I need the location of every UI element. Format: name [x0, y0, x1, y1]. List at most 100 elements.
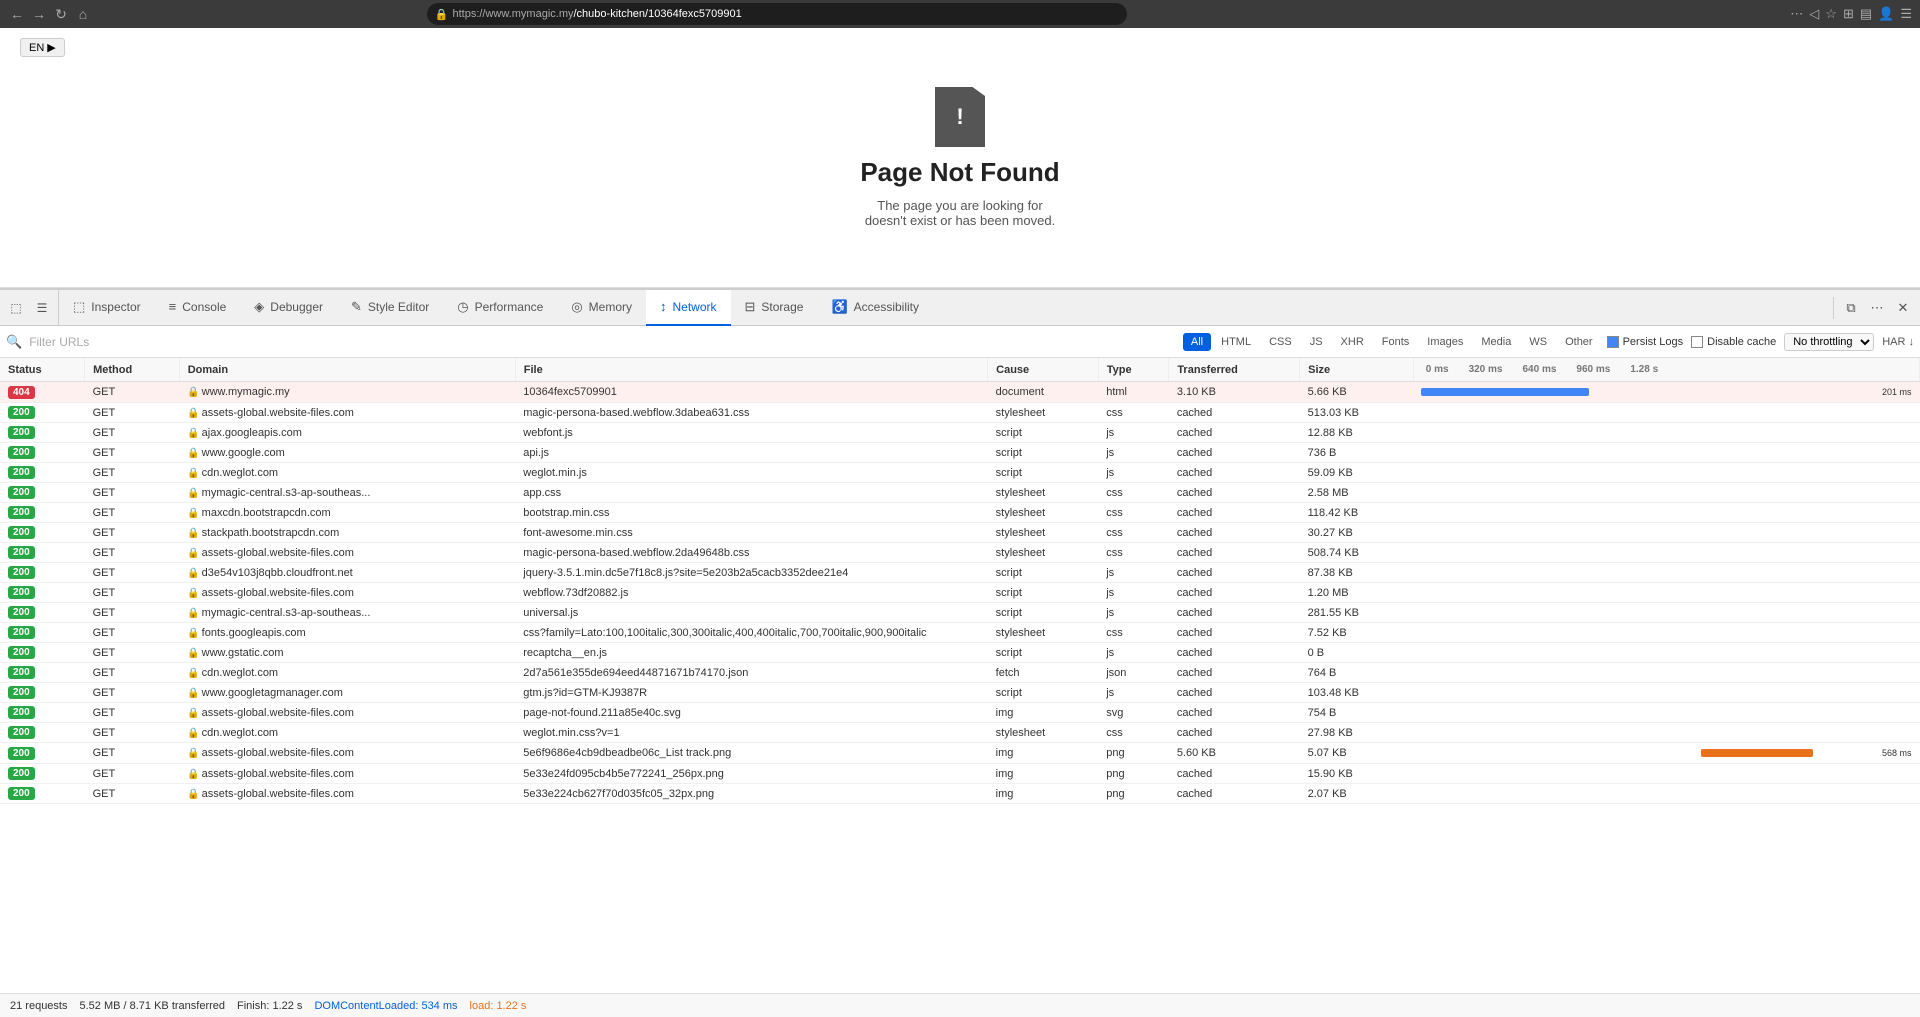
tab-memory[interactable]: ◎ Memory: [557, 290, 646, 326]
table-row[interactable]: 200 GET 🔒stackpath.bootstrapcdn.com font…: [0, 523, 1920, 543]
table-row[interactable]: 200 GET 🔒assets-global.website-files.com…: [0, 784, 1920, 804]
filter-media[interactable]: Media: [1473, 333, 1519, 351]
devtools-more-icon[interactable]: ⋯: [1866, 297, 1888, 319]
profile-icon[interactable]: 👤: [1878, 6, 1894, 22]
timeline-cell: [1413, 723, 1919, 743]
bookmark-icon[interactable]: ☆: [1825, 6, 1837, 22]
extensions-icon[interactable]: ⋯: [1790, 6, 1803, 22]
col-type[interactable]: Type: [1098, 358, 1169, 382]
cause-cell: script: [988, 563, 1099, 583]
table-row[interactable]: 200 GET 🔒www.googletagmanager.com gtm.js…: [0, 683, 1920, 703]
method-cell: GET: [85, 663, 180, 683]
dom-content-loaded[interactable]: DOMContentLoaded: 534 ms: [314, 1000, 457, 1012]
size-cell: 118.42 KB: [1300, 503, 1414, 523]
address-bar[interactable]: 🔒 https://www.mymagic.my/chubo-kitchen/1…: [427, 3, 1127, 25]
reader-icon[interactable]: ⊞: [1843, 6, 1854, 22]
har-button[interactable]: HAR ↓: [1882, 336, 1914, 348]
devtools-close-icon[interactable]: ✕: [1892, 297, 1914, 319]
file-cell: magic-persona-based.webflow.2da49648b.cs…: [515, 543, 987, 563]
status-cell: 200: [0, 683, 85, 703]
home-button[interactable]: ⌂: [74, 5, 92, 23]
col-transferred[interactable]: Transferred: [1169, 358, 1300, 382]
tab-inspector[interactable]: ⬚ Inspector: [59, 290, 155, 326]
col-cause[interactable]: Cause: [988, 358, 1099, 382]
filter-fonts[interactable]: Fonts: [1374, 333, 1418, 351]
throttle-select[interactable]: No throttling Fast 3G Slow 3G Offline: [1784, 333, 1874, 351]
responsive-design-icon[interactable]: ☰: [30, 296, 54, 320]
persist-logs-option[interactable]: Persist Logs: [1607, 336, 1684, 348]
sidebars-icon[interactable]: ▤: [1860, 6, 1872, 22]
size-cell: 5.66 KB: [1300, 382, 1414, 403]
filter-all[interactable]: All: [1183, 333, 1211, 351]
table-row[interactable]: 200 GET 🔒ajax.googleapis.com webfont.js …: [0, 423, 1920, 443]
back-button[interactable]: ←: [8, 5, 26, 23]
language-button[interactable]: EN ▶: [20, 38, 65, 57]
tab-console[interactable]: ≡ Console: [155, 290, 241, 326]
table-row[interactable]: 200 GET 🔒assets-global.website-files.com…: [0, 703, 1920, 723]
col-size[interactable]: Size: [1300, 358, 1414, 382]
table-row[interactable]: 404 GET 🔒www.mymagic.my 10364fexc5709901…: [0, 382, 1920, 403]
type-cell: png: [1098, 764, 1169, 784]
element-picker-icon[interactable]: ⬚: [4, 296, 28, 320]
filter-css[interactable]: CSS: [1261, 333, 1300, 351]
table-row[interactable]: 200 GET 🔒assets-global.website-files.com…: [0, 743, 1920, 764]
load-time[interactable]: load: 1.22 s: [470, 1000, 527, 1012]
persist-logs-checkbox[interactable]: [1607, 336, 1619, 348]
domain-cell: 🔒assets-global.website-files.com: [179, 743, 515, 764]
filter-ws[interactable]: WS: [1521, 333, 1555, 351]
table-row[interactable]: 200 GET 🔒fonts.googleapis.com css?family…: [0, 623, 1920, 643]
disable-cache-checkbox[interactable]: [1691, 336, 1703, 348]
table-row[interactable]: 200 GET 🔒www.gstatic.com recaptcha__en.j…: [0, 643, 1920, 663]
table-row[interactable]: 200 GET 🔒maxcdn.bootstrapcdn.com bootstr…: [0, 503, 1920, 523]
col-method[interactable]: Method: [85, 358, 180, 382]
tab-performance[interactable]: ◷ Performance: [443, 290, 557, 326]
filter-urls-input[interactable]: [28, 334, 1173, 350]
tab-style-editor[interactable]: ✎ Style Editor: [337, 290, 443, 326]
tab-storage[interactable]: ⊟ Storage: [731, 290, 818, 326]
size-cell: 87.38 KB: [1300, 563, 1414, 583]
tab-accessibility[interactable]: ♿ Accessibility: [817, 290, 933, 326]
status-cell: 200: [0, 403, 85, 423]
filter-xhr[interactable]: XHR: [1333, 333, 1372, 351]
domain-cell: 🔒assets-global.website-files.com: [179, 784, 515, 804]
table-row[interactable]: 200 GET 🔒cdn.weglot.com weglot.min.js sc…: [0, 463, 1920, 483]
filter-other[interactable]: Other: [1557, 333, 1601, 351]
table-row[interactable]: 200 GET 🔒mymagic-central.s3-ap-southeas.…: [0, 603, 1920, 623]
table-row[interactable]: 200 GET 🔒assets-global.website-files.com…: [0, 543, 1920, 563]
filter-images[interactable]: Images: [1419, 333, 1471, 351]
table-row[interactable]: 200 GET 🔒d3e54v103j8qbb.cloudfront.net j…: [0, 563, 1920, 583]
tab-network[interactable]: ↕ Network: [646, 290, 731, 326]
table-row[interactable]: 200 GET 🔒www.google.com api.js script js…: [0, 443, 1920, 463]
table-row[interactable]: 200 GET 🔒assets-global.website-files.com…: [0, 403, 1920, 423]
method-cell: GET: [85, 643, 180, 663]
table-row[interactable]: 200 GET 🔒cdn.weglot.com 2d7a561e355de694…: [0, 663, 1920, 683]
cause-cell: script: [988, 643, 1099, 663]
size-cell: 12.88 KB: [1300, 423, 1414, 443]
pocket-icon[interactable]: ◁: [1809, 6, 1819, 22]
status-badge: 200: [8, 767, 35, 780]
table-row[interactable]: 200 GET 🔒mymagic-central.s3-ap-southeas.…: [0, 483, 1920, 503]
table-row[interactable]: 200 GET 🔒assets-global.website-files.com…: [0, 583, 1920, 603]
col-file[interactable]: File: [515, 358, 987, 382]
network-table-container[interactable]: Status Method Domain File Cause Type Tra…: [0, 358, 1920, 993]
type-cell: js: [1098, 563, 1169, 583]
col-timeline[interactable]: 0 ms320 ms640 ms960 ms1.28 s: [1413, 358, 1919, 382]
devtools-panel: ⬚ ☰ ⬚ Inspector ≡ Console ◈ Debugger ✎ S…: [0, 288, 1920, 1017]
menu-icon[interactable]: ☰: [1900, 6, 1912, 22]
col-status[interactable]: Status: [0, 358, 85, 382]
timeline-cell: [1413, 663, 1919, 683]
filter-js[interactable]: JS: [1302, 333, 1331, 351]
forward-button[interactable]: →: [30, 5, 48, 23]
table-row[interactable]: 200 GET 🔒assets-global.website-files.com…: [0, 764, 1920, 784]
filter-html[interactable]: HTML: [1213, 333, 1259, 351]
domain-cell: 🔒www.google.com: [179, 443, 515, 463]
size-cell: 764 B: [1300, 663, 1414, 683]
devtools-undock-icon[interactable]: ⧉: [1840, 297, 1862, 319]
tab-debugger[interactable]: ◈ Debugger: [240, 290, 337, 326]
domain-cell: 🔒mymagic-central.s3-ap-southeas...: [179, 603, 515, 623]
col-domain[interactable]: Domain: [179, 358, 515, 382]
disable-cache-option[interactable]: Disable cache: [1691, 336, 1776, 348]
table-row[interactable]: 200 GET 🔒cdn.weglot.com weglot.min.css?v…: [0, 723, 1920, 743]
status-badge: 200: [8, 446, 35, 459]
refresh-button[interactable]: ↻: [52, 5, 70, 23]
